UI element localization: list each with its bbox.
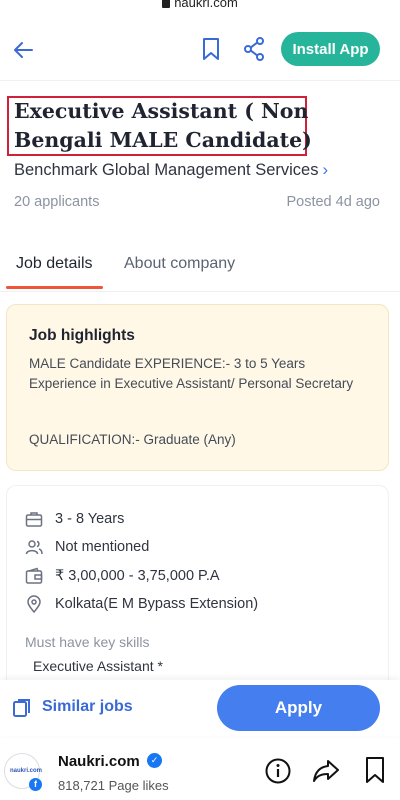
share-post-button[interactable] xyxy=(311,757,341,785)
experience-text: 3 - 8 Years xyxy=(55,511,125,527)
back-button[interactable] xyxy=(10,36,38,64)
app-header: Install App xyxy=(0,28,400,72)
users-icon xyxy=(25,540,43,555)
browser-url-bar: naukri.com xyxy=(0,0,400,10)
job-details-card: 3 - 8 Years Not mentioned ₹ 3,00,000 - 3… xyxy=(6,485,389,705)
salary-text: ₹ 3,00,000 - 3,75,000 P.A xyxy=(55,568,220,584)
highlights-qualification: QUALIFICATION:- Graduate (Any) xyxy=(29,432,236,447)
location-text[interactable]: Kolkata(E M Bypass Extension) xyxy=(55,596,258,612)
share-button[interactable] xyxy=(242,36,266,62)
apply-button[interactable]: Apply xyxy=(217,685,380,731)
job-highlights-card: Job highlights MALE Candidate EXPERIENCE… xyxy=(6,304,389,471)
arrow-left-icon xyxy=(14,42,33,58)
location-row: Kolkata(E M Bypass Extension) xyxy=(25,594,375,616)
facebook-icon: f xyxy=(29,778,42,791)
tab-job-details[interactable]: Job details xyxy=(16,255,93,273)
location-pin-icon xyxy=(27,595,41,613)
chevron-right-icon: › xyxy=(322,160,329,179)
bottom-action-bar: Similar jobs Apply xyxy=(0,680,400,736)
active-tab-indicator xyxy=(6,286,103,289)
save-post-button[interactable] xyxy=(363,755,387,785)
similar-jobs-icon xyxy=(13,699,30,717)
tabs-divider xyxy=(0,291,400,292)
install-app-button[interactable]: Install App xyxy=(281,32,380,66)
job-title: Executive Assistant ( Non Bengali MALE C… xyxy=(14,99,312,152)
page-likes: 818,721 Page likes xyxy=(58,778,169,793)
share-arrow-icon xyxy=(313,760,339,782)
posted-date: Posted 4d ago xyxy=(286,194,380,210)
salary-row: ₹ 3,00,000 - 3,75,000 P.A xyxy=(25,566,375,588)
bookmark-icon xyxy=(366,757,384,783)
experience-row: 3 - 8 Years xyxy=(25,509,375,531)
wallet-icon xyxy=(25,567,43,584)
facebook-page-bar: naukri.com f Naukri.com ✓ 818,721 Page l… xyxy=(0,745,400,800)
similar-jobs-label: Similar jobs xyxy=(42,698,133,715)
similar-jobs-button[interactable]: Similar jobs xyxy=(12,696,182,720)
url-text: naukri.com xyxy=(0,0,400,10)
share-icon xyxy=(244,37,264,61)
bookmark-icon xyxy=(203,38,219,60)
briefcase-icon xyxy=(25,512,43,527)
header-divider xyxy=(0,80,400,81)
openings-text: Not mentioned xyxy=(55,539,150,555)
tab-about-company[interactable]: About company xyxy=(124,255,235,273)
company-link[interactable]: Benchmark Global Management Services › xyxy=(14,160,328,180)
url-label: naukri.com xyxy=(174,0,238,10)
page-name[interactable]: Naukri.com xyxy=(58,753,140,770)
applicants-count: 20 applicants xyxy=(14,194,100,210)
page-avatar[interactable]: naukri.com f xyxy=(4,753,43,791)
info-icon xyxy=(265,758,291,784)
skills-label: Must have key skills xyxy=(25,634,150,650)
verified-badge-icon: ✓ xyxy=(147,753,162,768)
info-button[interactable] xyxy=(264,757,292,785)
highlights-experience: MALE Candidate EXPERIENCE:- 3 to 5 Years… xyxy=(29,356,354,391)
lock-icon xyxy=(162,0,171,9)
skill-chip: Executive Assistant * xyxy=(33,658,163,674)
bookmark-button[interactable] xyxy=(200,36,222,62)
openings-row: Not mentioned xyxy=(25,537,375,559)
company-name: Benchmark Global Management Services xyxy=(14,161,319,179)
tab-bar: Job details About company xyxy=(0,248,400,292)
avatar-logo-text: naukri.com xyxy=(10,768,43,774)
highlights-title: Job highlights xyxy=(29,327,135,344)
